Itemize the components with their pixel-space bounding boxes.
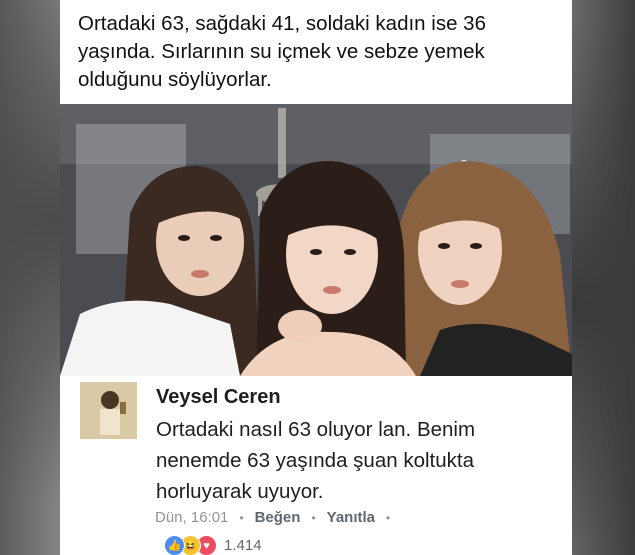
comment: Veysel Ceren Ortadaki nasıl 63 oluyor la… — [60, 376, 572, 555]
avatar-image — [80, 382, 137, 439]
avatar[interactable] — [80, 382, 137, 439]
post-text: Ortadaki 63, sağdaki 41, soldaki kadın i… — [78, 12, 486, 91]
comment-author[interactable]: Veysel Ceren — [156, 386, 281, 409]
like-reaction-icon: 👍 — [164, 535, 185, 555]
reactions-summary[interactable]: 👍 😆 ♥ 1.414 — [164, 535, 262, 555]
like-button[interactable]: Beğen — [255, 509, 301, 526]
separator-dot: • — [311, 510, 316, 525]
separator-dot: • — [239, 510, 244, 525]
comment-text: Ortadaki nasıl 63 oluyor lan. Benim nene… — [156, 418, 476, 503]
separator-dot: • — [386, 510, 391, 525]
reply-button[interactable]: Yanıtla — [327, 509, 375, 526]
post-photo[interactable] — [60, 104, 572, 376]
comment-timestamp[interactable]: Dün, 16:01 — [155, 509, 228, 526]
facebook-post-card: Ortadaki 63, sağdaki 41, soldaki kadın i… — [60, 0, 572, 555]
comment-meta: Dün, 16:01 • Beğen • Yanıtla • — [155, 509, 401, 526]
photo-illustration — [60, 104, 572, 376]
reaction-count[interactable]: 1.414 — [224, 537, 262, 554]
screenshot: Ortadaki 63, sağdaki 41, soldaki kadın i… — [0, 0, 635, 555]
